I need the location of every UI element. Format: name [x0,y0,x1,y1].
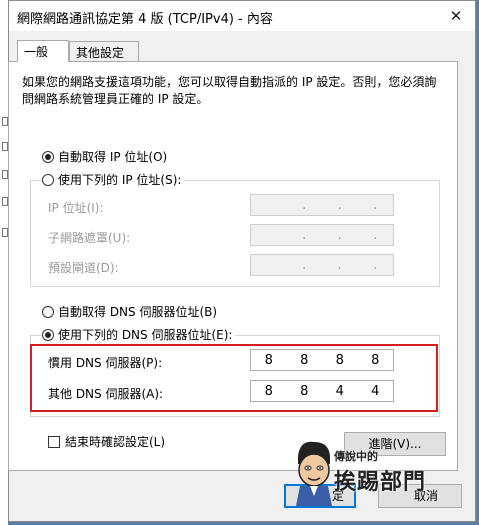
default-gateway-field[interactable]: ... [250,254,394,276]
dot-separator: . [373,257,378,273]
manual-dns-label: 使用下列的 DNS 伺服器位址(E): [58,328,233,342]
manual-ip-label: 使用下列的 IP 位址(S): [58,173,182,187]
ip-address-field[interactable]: ... [250,194,394,216]
dot-separator: . [373,227,378,243]
radio-unselected-icon [42,305,54,318]
dns-highlight-box [30,344,438,412]
cartoon-face-icon [296,441,332,506]
manual-ip-radio[interactable]: 使用下列的 IP 位址(S): [42,171,185,188]
validate-settings-label: 結束時確認設定(L) [65,435,166,449]
radio-unselected-icon [42,173,54,186]
dot-separator: . [302,197,307,213]
tab-alternate-configuration[interactable]: 其他設定 [69,41,139,62]
manual-dns-radio[interactable]: 使用下列的 DNS 伺服器位址(E): [42,326,236,343]
validate-settings-checkbox[interactable]: 結束時確認設定(L) [48,433,165,450]
dot-separator: . [373,197,378,213]
ip-address-label: IP 位址(I): [48,201,104,215]
default-gateway-label: 預設閘道(D): [48,261,119,275]
auto-ip-label: 自動取得 IP 位址(O) [58,150,168,164]
dot-separator: . [302,227,307,243]
watermark-line1: 傳說中的 [334,450,378,463]
close-icon[interactable]: ✕ [443,4,469,28]
description-text: 如果您的網路支援這項功能，您可以取得自動指派的 IP 設定。否則，您必須詢問網路… [22,75,437,106]
title-bar: 網際網路通訊協定第 4 版 (TCP/IPv4) - 內容 ✕ [9,1,475,31]
radio-selected-icon [42,150,54,163]
auto-dns-label: 自動取得 DNS 伺服器位址(B) [58,305,218,319]
tab-general[interactable]: 一般 [17,40,69,62]
auto-ip-radio[interactable]: 自動取得 IP 位址(O) [42,148,171,165]
watermark-line2: 挨踢部門 [334,470,427,495]
auto-dns-radio[interactable]: 自動取得 DNS 伺服器位址(B) [42,303,221,320]
dot-separator: . [337,257,342,273]
subnet-mask-field[interactable]: ... [250,224,394,246]
dot-separator: . [337,197,342,213]
window-title: 網際網路通訊協定第 4 版 (TCP/IPv4) - 內容 [17,12,273,27]
dot-separator: . [337,227,342,243]
watermark-logo: 傳說中的 挨踢部門 [292,438,444,508]
subnet-mask-label: 子網路遮罩(U): [48,231,131,245]
radio-selected-icon [42,328,54,341]
background-window-strip [0,0,8,525]
dot-separator: . [302,257,307,273]
checkbox-icon [48,435,60,448]
